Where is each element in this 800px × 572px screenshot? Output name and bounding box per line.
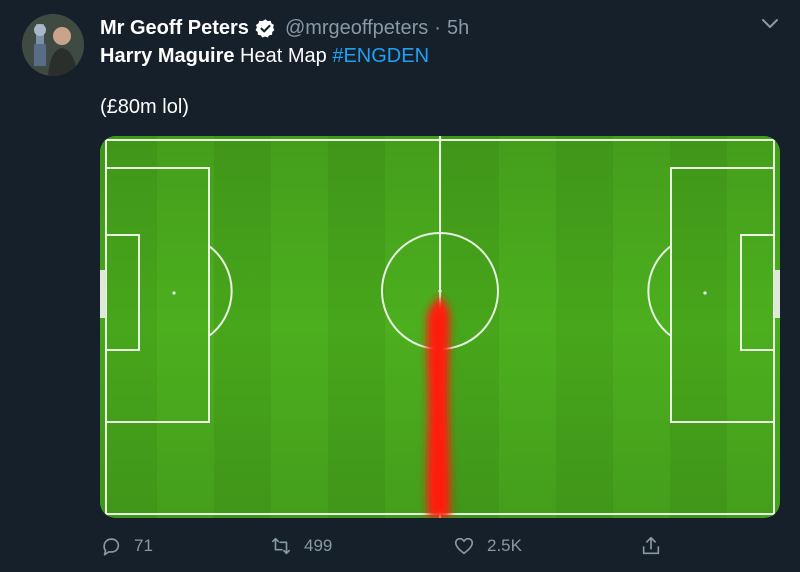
tweet-actions: 71 499 2.5K bbox=[100, 532, 700, 560]
avatar[interactable] bbox=[22, 14, 84, 76]
share-upload-icon bbox=[642, 536, 660, 555]
timestamp[interactable]: 5h bbox=[447, 17, 469, 40]
tweet-header: Mr Geoff Peters @mrgeoffpeters · 5h bbox=[100, 14, 469, 42]
tweet-text-line-1: Harry Maguire Heat Map #ENGDEN bbox=[100, 45, 429, 68]
heat-map-pitch bbox=[100, 136, 780, 518]
heat-trail bbox=[426, 296, 451, 518]
display-name[interactable]: Mr Geoff Peters bbox=[100, 17, 249, 40]
avatar-photo bbox=[22, 14, 84, 76]
verified-badge-icon bbox=[255, 18, 275, 38]
tweet-subject: Harry Maguire bbox=[100, 45, 235, 67]
tweet-media-image[interactable] bbox=[100, 136, 780, 518]
retweet-button[interactable]: 499 bbox=[270, 532, 332, 560]
tweet-text-line-2: (£80m lol) bbox=[100, 96, 189, 118]
separator-dot: · bbox=[434, 16, 441, 39]
tweet: Mr Geoff Peters @mrgeoffpeters · 5h Harr… bbox=[0, 0, 800, 572]
tweet-phrase: Heat Map bbox=[234, 45, 333, 67]
retweet-arrows-icon bbox=[271, 537, 291, 555]
share-button[interactable] bbox=[640, 532, 662, 560]
speech-bubble-icon bbox=[103, 538, 120, 556]
reply-count: 71 bbox=[134, 536, 153, 555]
hashtag-link[interactable]: #ENGDEN bbox=[332, 45, 429, 67]
like-button[interactable]: 2.5K bbox=[453, 532, 522, 560]
user-handle[interactable]: @mrgeoffpeters bbox=[285, 17, 428, 40]
like-count: 2.5K bbox=[487, 536, 522, 555]
reply-button[interactable]: 71 bbox=[100, 532, 153, 560]
chevron-down-icon[interactable] bbox=[760, 14, 780, 34]
retweet-count: 499 bbox=[304, 536, 333, 555]
heart-icon bbox=[454, 537, 474, 555]
